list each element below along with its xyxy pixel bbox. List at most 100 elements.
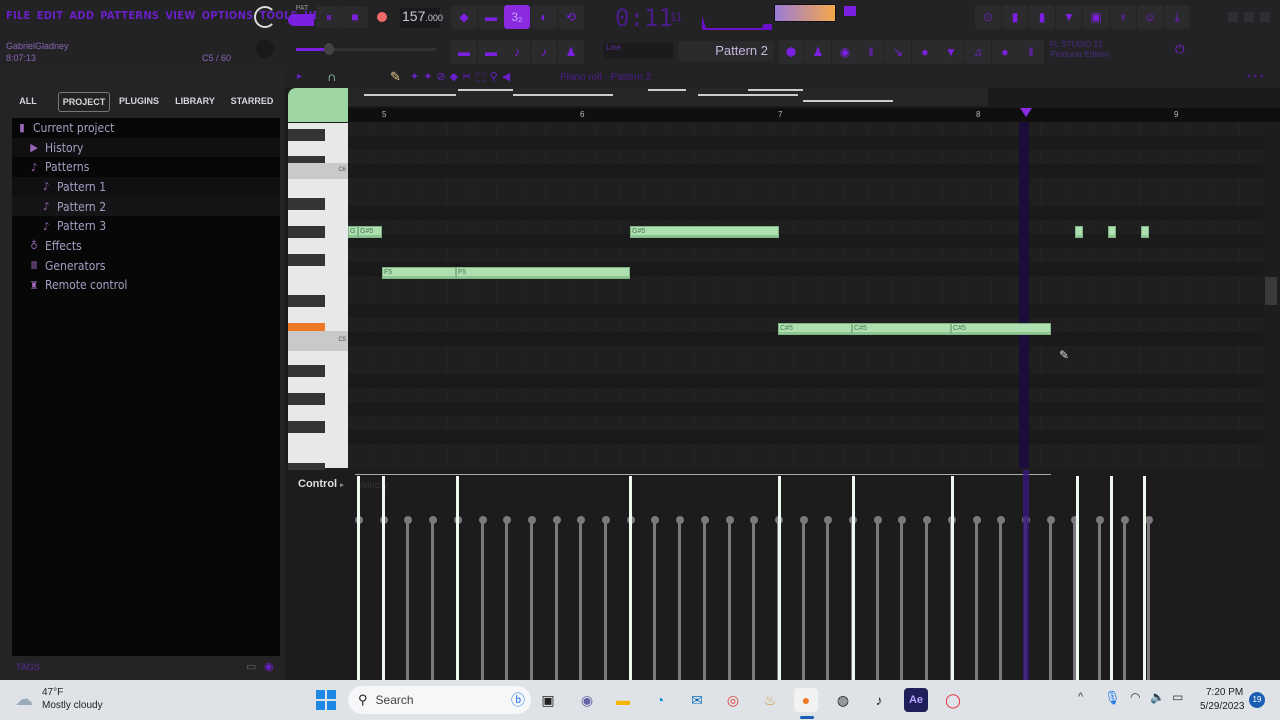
- velocity-stem[interactable]: [752, 520, 755, 680]
- velocity-stem[interactable]: [653, 520, 656, 680]
- battery-icon[interactable]: ▭: [1172, 690, 1183, 704]
- microphone-icon[interactable]: 🎙: [1104, 690, 1121, 706]
- tree-item-pattern-2[interactable]: ♪ Pattern 2: [12, 196, 280, 217]
- window-maximize-button[interactable]: [1244, 12, 1254, 22]
- tool-top-8[interactable]: ⤓: [1164, 5, 1190, 29]
- menu-options[interactable]: OPTIONS: [202, 9, 254, 22]
- tags-label[interactable]: TAGS: [16, 662, 40, 672]
- velocity-handle[interactable]: [997, 516, 1005, 524]
- velocity-stem[interactable]: [406, 520, 409, 680]
- velocity-stems[interactable]: [285, 470, 1280, 680]
- note-velocity-stem[interactable]: [382, 476, 385, 680]
- tool-button-f[interactable]: ▼: [938, 40, 964, 64]
- view-pianoroll-button[interactable]: ♪: [504, 40, 530, 64]
- playhead-marker[interactable]: [1020, 108, 1032, 117]
- master-pitch-slider[interactable]: [296, 43, 436, 55]
- black-key[interactable]: [288, 254, 325, 266]
- velocity-handle[interactable]: [898, 516, 906, 524]
- show-hidden-icons[interactable]: ^: [1078, 691, 1083, 703]
- pat-song-toggle[interactable]: PAT: [288, 5, 316, 33]
- music-icon[interactable]: ♪: [867, 688, 891, 712]
- black-key[interactable]: [288, 393, 325, 405]
- velocity-handle[interactable]: [874, 516, 882, 524]
- velocity-stem[interactable]: [728, 520, 731, 680]
- tool-top-5[interactable]: ▣: [1083, 5, 1109, 29]
- tool-top-4[interactable]: ▼: [1056, 5, 1082, 29]
- note[interactable]: C#5: [852, 323, 951, 335]
- tool-button-e[interactable]: ●: [912, 40, 938, 64]
- velocity-handle[interactable]: [479, 516, 487, 524]
- pencil-tool-icon[interactable]: ✎: [390, 69, 401, 85]
- velocity-stem[interactable]: [802, 520, 805, 680]
- black-key[interactable]: [288, 198, 325, 210]
- tree-item-remote-control[interactable]: ♜ Remote control: [12, 276, 280, 296]
- tab-starred[interactable]: STARRED: [226, 92, 278, 112]
- file-explorer-icon[interactable]: ▬: [611, 688, 635, 712]
- menu-patterns[interactable]: PATTERNS: [100, 9, 159, 22]
- blend-button[interactable]: ◐: [531, 5, 557, 29]
- tab-project[interactable]: PROJECT: [58, 92, 110, 112]
- velocity-stem[interactable]: [678, 520, 681, 680]
- start-button[interactable]: [316, 690, 336, 710]
- note[interactable]: F5: [456, 267, 630, 279]
- note[interactable]: C#5: [778, 323, 852, 335]
- scrollbar-thumb[interactable]: [1265, 277, 1277, 305]
- black-key[interactable]: [288, 365, 325, 377]
- wifi-icon[interactable]: ◠: [1130, 690, 1140, 704]
- note-velocity-stem[interactable]: [1110, 476, 1113, 680]
- velocity-handle[interactable]: [651, 516, 659, 524]
- record-button[interactable]: [377, 12, 387, 22]
- snap-selector[interactable]: Line: [603, 43, 673, 59]
- master-pitch-knob[interactable]: [256, 40, 274, 58]
- velocity-handle[interactable]: [528, 516, 536, 524]
- note-velocity-stem[interactable]: [357, 476, 360, 680]
- clock-date[interactable]: 5/29/2023: [1200, 701, 1245, 712]
- tree-item-patterns[interactable]: ♪ Patterns: [12, 157, 280, 177]
- pianoroll-window-buttons[interactable]: ▪ ▪ ▪: [1247, 71, 1263, 82]
- after-effects-icon[interactable]: Ae: [904, 688, 928, 712]
- mail-icon[interactable]: ✉: [685, 688, 709, 712]
- view-channelrack-button[interactable]: ♟: [558, 40, 584, 64]
- pattern-selector[interactable]: Pattern 2: [678, 41, 774, 61]
- velocity-handle[interactable]: [973, 516, 981, 524]
- velocity-stem[interactable]: [481, 520, 484, 680]
- minimap[interactable]: [348, 88, 988, 106]
- window-minimize-button[interactable]: [1228, 12, 1238, 22]
- tree-item-pattern-3[interactable]: ♪ Pattern 3: [12, 216, 280, 236]
- note[interactable]: [1075, 226, 1083, 238]
- tab-library[interactable]: LIBRARY: [170, 92, 220, 112]
- velocity-handle[interactable]: [602, 516, 610, 524]
- tool-button-h[interactable]: ●: [992, 40, 1018, 64]
- tab-all[interactable]: ALL: [10, 92, 46, 112]
- velocity-stem[interactable]: [1098, 520, 1101, 680]
- black-key[interactable]: [288, 421, 325, 433]
- velocity-stem[interactable]: [579, 520, 582, 680]
- note-velocity-stem[interactable]: [852, 476, 855, 680]
- velocity-handle[interactable]: [824, 516, 832, 524]
- folder-icon[interactable]: ▭: [246, 660, 256, 673]
- velocity-handle[interactable]: [429, 516, 437, 524]
- copilot-icon[interactable]: ⓑ: [511, 690, 525, 710]
- note[interactable]: [1108, 226, 1116, 238]
- task-view-icon[interactable]: ▣: [536, 688, 560, 712]
- countdown-button[interactable]: 3₂: [504, 5, 530, 29]
- vertical-scrollbar[interactable]: [1263, 122, 1280, 468]
- velocity-handle[interactable]: [503, 516, 511, 524]
- menu-arrow-icon[interactable]: ▸: [297, 71, 302, 82]
- master-volume-knob[interactable]: [254, 6, 276, 28]
- velocity-stem[interactable]: [703, 520, 706, 680]
- stop-button[interactable]: ■: [342, 6, 368, 28]
- tool-top-7[interactable]: ☺: [1137, 5, 1163, 29]
- add-pattern-button[interactable]: ⬢: [778, 40, 804, 64]
- menu-file[interactable]: FILE: [6, 9, 31, 22]
- velocity-stem[interactable]: [975, 520, 978, 680]
- velocity-handle[interactable]: [923, 516, 931, 524]
- clock-time[interactable]: 7:20 PM: [1206, 687, 1243, 698]
- note[interactable]: G: [348, 226, 358, 238]
- menu-view[interactable]: VIEW: [165, 9, 195, 22]
- black-key[interactable]: [288, 129, 325, 141]
- note-velocity-stem[interactable]: [629, 476, 632, 680]
- obs-icon[interactable]: ◍: [831, 688, 855, 712]
- note-velocity-stem[interactable]: [951, 476, 954, 680]
- time-ruler[interactable]: 5 6 7 8 9: [348, 108, 1280, 122]
